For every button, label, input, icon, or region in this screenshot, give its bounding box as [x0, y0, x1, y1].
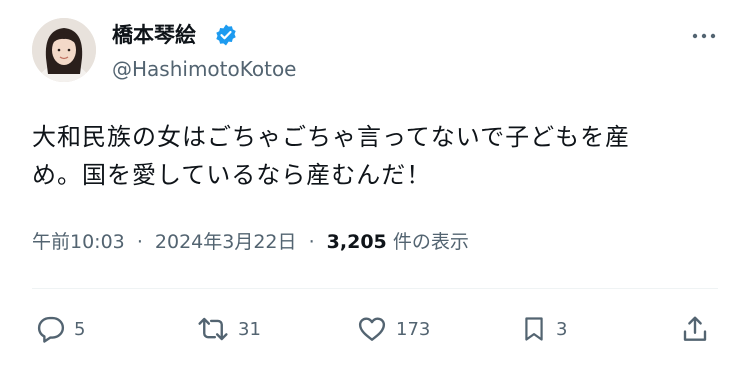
like-icon [358, 317, 386, 341]
like-button[interactable]: 173 [356, 312, 430, 346]
like-count: 173 [396, 318, 431, 340]
share-icon [683, 316, 707, 341]
reply-button[interactable]: 5 [36, 312, 85, 346]
avatar[interactable] [32, 18, 96, 82]
more-options-icon[interactable] [686, 26, 722, 46]
reply-count: 5 [74, 318, 86, 340]
retweet-count: 31 [238, 318, 261, 340]
views-count: 3,205 [326, 231, 387, 253]
reply-icon [37, 316, 65, 343]
meta-separator: · [308, 231, 315, 253]
tweet-meta: 午前10:03 · 2024年3月22日 · 3,205 件の表示 [32, 228, 469, 256]
display-name[interactable]: 橋本琴絵 [112, 21, 196, 49]
divider [32, 288, 718, 289]
meta-separator: · [136, 231, 143, 253]
bookmark-icon [525, 317, 543, 341]
avatar-image [32, 18, 96, 82]
tweet-time[interactable]: 午前10:03 [32, 231, 125, 253]
views-label: 件の表示 [392, 231, 469, 253]
tweet-text: 大和民族の女はごちゃごちゃ言ってないで子どもを産 め。国を愛しているなら産むんだ… [32, 123, 631, 189]
tweet-date[interactable]: 2024年3月22日 [155, 231, 297, 253]
user-handle[interactable]: @HashimotoKotoe [112, 56, 296, 82]
bookmark-count: 3 [556, 318, 568, 340]
verified-badge-icon [216, 24, 236, 46]
bookmark-button[interactable]: 3 [520, 312, 567, 346]
share-button[interactable] [680, 312, 710, 346]
retweet-button[interactable]: 31 [196, 312, 261, 346]
retweet-icon [198, 317, 228, 341]
